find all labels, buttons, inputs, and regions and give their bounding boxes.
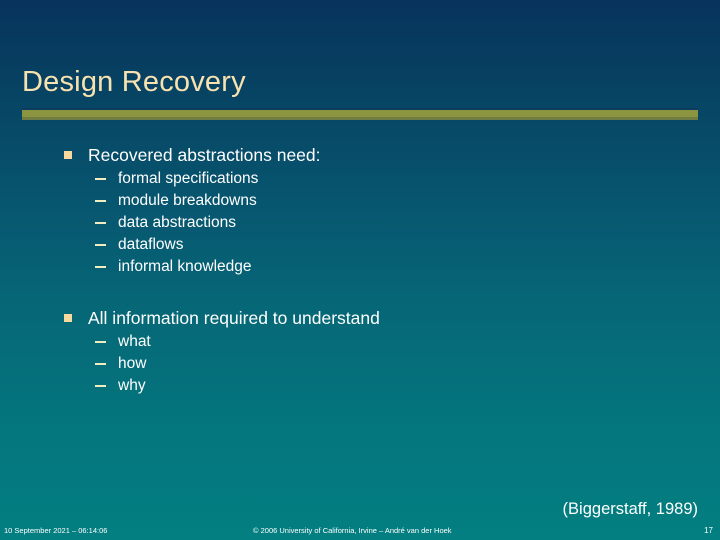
- title-divider-bottom-line: [22, 117, 698, 120]
- footer-copyright: © 2006 University of California, Irvine …: [253, 526, 452, 535]
- dash-bullet-icon: [95, 341, 106, 343]
- footer-date: 10 September 2021 – 06:14:06: [4, 526, 108, 535]
- dash-bullet-icon: [95, 178, 106, 180]
- sub-bullet-label: dataflows: [118, 236, 184, 253]
- square-bullet-icon: [64, 314, 72, 322]
- title-divider-main-bar: [22, 110, 698, 117]
- list-item: why: [0, 375, 720, 397]
- list-item: formal specifications: [0, 168, 720, 190]
- list-item: dataflows: [0, 234, 720, 256]
- slide: Design Recovery Recovered abstractions n…: [0, 0, 720, 540]
- sub-bullet-label: how: [118, 355, 147, 372]
- dash-bullet-icon: [95, 363, 106, 365]
- title-divider: [22, 108, 698, 120]
- sub-bullet-label: what: [118, 333, 151, 350]
- sub-bullet-label: data abstractions: [118, 214, 237, 231]
- citation-text: (Biggerstaff, 1989): [562, 500, 698, 518]
- sub-bullet-label: module breakdowns: [118, 192, 257, 209]
- sub-bullet-label: informal knowledge: [118, 258, 252, 275]
- slide-number: 17: [704, 526, 713, 535]
- page-title: Design Recovery: [22, 66, 246, 98]
- bullet-label: Recovered abstractions need:: [88, 145, 321, 165]
- dash-bullet-icon: [95, 200, 106, 202]
- list-item: what: [0, 331, 720, 353]
- dash-bullet-icon: [95, 222, 106, 224]
- list-item: data abstractions: [0, 212, 720, 234]
- list-item: All information required to understand: [0, 305, 720, 331]
- list-item: module breakdowns: [0, 190, 720, 212]
- bullet-label: All information required to understand: [88, 308, 380, 328]
- dash-bullet-icon: [95, 244, 106, 246]
- dash-bullet-icon: [95, 266, 106, 268]
- dash-bullet-icon: [95, 385, 106, 387]
- list-item: Recovered abstractions need:: [0, 142, 720, 168]
- list-item: informal knowledge: [0, 256, 720, 278]
- sub-bullet-label: formal specifications: [118, 170, 259, 187]
- sub-bullet-label: why: [118, 377, 146, 394]
- slide-body: Recovered abstractions need: formal spec…: [0, 138, 720, 397]
- bullet-group-spacer: [0, 278, 720, 301]
- list-item: how: [0, 353, 720, 375]
- square-bullet-icon: [64, 151, 72, 159]
